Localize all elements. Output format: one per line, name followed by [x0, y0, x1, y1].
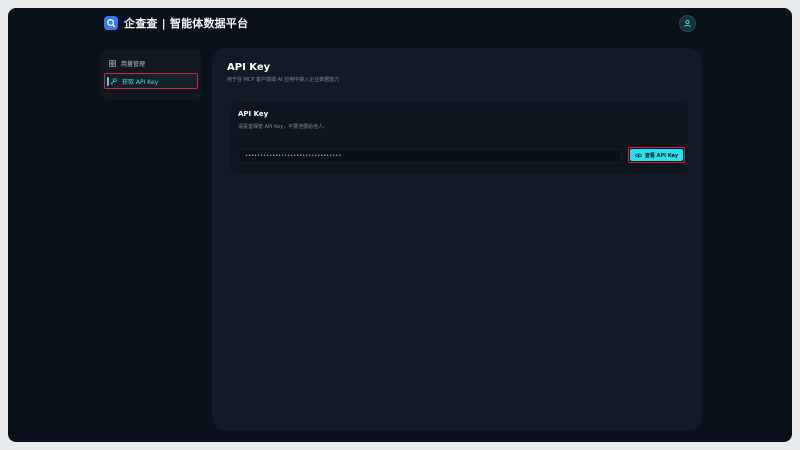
active-indicator [107, 77, 109, 86]
key-icon [110, 77, 117, 84]
sidebar: 用量管理 获取 API Key [100, 50, 202, 100]
top-header: 企查查 | 智能体数据平台 [8, 8, 792, 38]
api-key-card: API Key 请妥善保管 API Key，不要泄露给他人。 •••••••••… [231, 102, 688, 174]
app-window: 企查查 | 智能体数据平台 用量管理 获取 API Key API Key 用于… [8, 8, 792, 442]
sidebar-item-label: 用量管理 [121, 60, 146, 68]
brand[interactable]: 企查查 | 智能体数据平台 [104, 15, 248, 31]
view-api-key-label: 查看 API Key [644, 152, 679, 159]
page-subtitle: 用于在 MCP 客户端或 AI 应用中接入企业数据能力 [227, 77, 340, 83]
user-avatar-button[interactable] [679, 15, 696, 32]
api-key-field[interactable]: •••••••••••••••••••••••••••••••• [238, 149, 622, 163]
sidebar-item-label: 获取 API Key [122, 78, 159, 86]
user-icon [684, 19, 691, 28]
page-title: API Key [227, 62, 271, 73]
view-api-key-button[interactable]: 查看 API Key [630, 149, 683, 161]
view-api-key-button-highlight: 查看 API Key [628, 147, 685, 163]
logo-icon [104, 16, 118, 30]
eye-icon [634, 153, 642, 157]
sidebar-item-api-key[interactable]: 获取 API Key [104, 73, 198, 89]
main-panel: API Key 用于在 MCP 客户端或 AI 应用中接入企业数据能力 API … [212, 48, 702, 431]
grid-icon [109, 59, 116, 67]
app-title: 企查查 | 智能体数据平台 [124, 17, 249, 30]
sidebar-item-usage[interactable]: 用量管理 [104, 55, 198, 71]
card-title: API Key [238, 110, 269, 118]
card-description: 请妥善保管 API Key，不要泄露给他人。 [238, 124, 329, 130]
